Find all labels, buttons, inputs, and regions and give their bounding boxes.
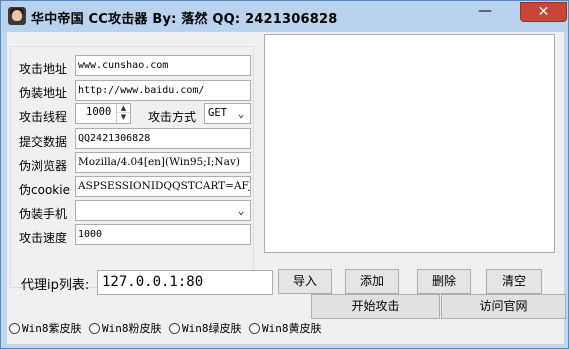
title-bar[interactable]: 华中帝国 CC攻击器 By: 落然 QQ: 2421306828 — ✕	[1, 1, 568, 32]
import-button[interactable]: 导入	[278, 269, 332, 294]
threads-stepper[interactable]: 1000 ▲ ▼	[75, 103, 131, 124]
browser-label: 伪浏览器	[19, 159, 68, 173]
chevron-down-icon: ⌄	[237, 204, 245, 217]
app-window: 华中帝国 CC攻击器 By: 落然 QQ: 2421306828 — ✕ 攻击地…	[0, 0, 569, 349]
method-label: 攻击方式	[148, 110, 197, 124]
cookie-input[interactable]: ASPSESSIONIDQQSTCART=AFJFMLLE	[75, 176, 251, 197]
radio-circle-icon	[89, 323, 100, 334]
user-agent-input[interactable]: Mozilla/4.04[en](Win95;I;Nav)	[75, 152, 251, 173]
radio-circle-icon	[9, 323, 20, 334]
log-output-area[interactable]	[264, 34, 555, 253]
skin-radio-green[interactable]: Win8绿皮肤	[169, 320, 242, 336]
radio-circle-icon	[249, 323, 260, 334]
proxy-list-label: 代理ip列表:	[21, 278, 90, 293]
skin-label: Win8粉皮肤	[102, 322, 162, 335]
skin-radio-yellow[interactable]: Win8黄皮肤	[249, 320, 322, 336]
proxy-list-input[interactable]: 127.0.0.1:80	[97, 270, 273, 295]
visit-website-button[interactable]: 访问官网	[441, 294, 566, 319]
main-panel: 攻击地址 www.cunshao.com 伪装地址 http://www.bai…	[7, 32, 566, 344]
skin-radio-pink[interactable]: Win8粉皮肤	[89, 320, 162, 336]
phone-select[interactable]: ⌄	[75, 200, 251, 221]
postdata-input[interactable]: QQ2421306828	[75, 128, 251, 149]
skin-label: Win8绿皮肤	[182, 322, 242, 335]
stepper-arrows: ▲ ▼	[116, 104, 130, 123]
close-button[interactable]: ✕	[520, 2, 567, 22]
threads-value: 1000	[86, 106, 112, 118]
method-value: GET	[208, 107, 227, 119]
chevron-down-icon: ⌄	[237, 107, 245, 120]
skin-label: Win8黄皮肤	[262, 322, 322, 335]
speed-label: 攻击速度	[19, 231, 68, 245]
clear-button[interactable]: 清空	[486, 269, 542, 294]
method-select[interactable]: GET ⌄	[204, 103, 251, 124]
add-button[interactable]: 添加	[345, 269, 399, 294]
postdata-label: 提交数据	[19, 135, 68, 149]
spin-down-icon[interactable]: ▼	[117, 113, 130, 122]
radio-circle-icon	[169, 323, 180, 334]
target-label: 攻击地址	[19, 62, 68, 76]
threads-label: 攻击线程	[19, 110, 68, 124]
spin-up-icon[interactable]: ▲	[117, 104, 130, 113]
avatar-icon	[8, 7, 26, 25]
speed-input[interactable]: 1000	[75, 224, 251, 245]
fake-url-label: 伪装地址	[19, 86, 68, 100]
window-title: 华中帝国 CC攻击器 By: 落然 QQ: 2421306828	[31, 12, 338, 27]
target-url-input[interactable]: www.cunshao.com	[75, 55, 251, 76]
skin-radio-purple[interactable]: Win8紫皮肤	[9, 320, 82, 336]
phone-label: 伪装手机	[19, 207, 68, 221]
minimize-button[interactable]: —	[472, 4, 498, 21]
cookie-label: 伪cookie	[19, 183, 70, 197]
skin-label: Win8紫皮肤	[22, 322, 82, 335]
start-attack-button[interactable]: 开始攻击	[311, 294, 440, 319]
fake-url-input[interactable]: http://www.baidu.com/	[75, 80, 251, 101]
settings-group: 攻击地址 www.cunshao.com 伪装地址 http://www.bai…	[10, 46, 254, 288]
delete-button[interactable]: 删除	[417, 269, 471, 294]
